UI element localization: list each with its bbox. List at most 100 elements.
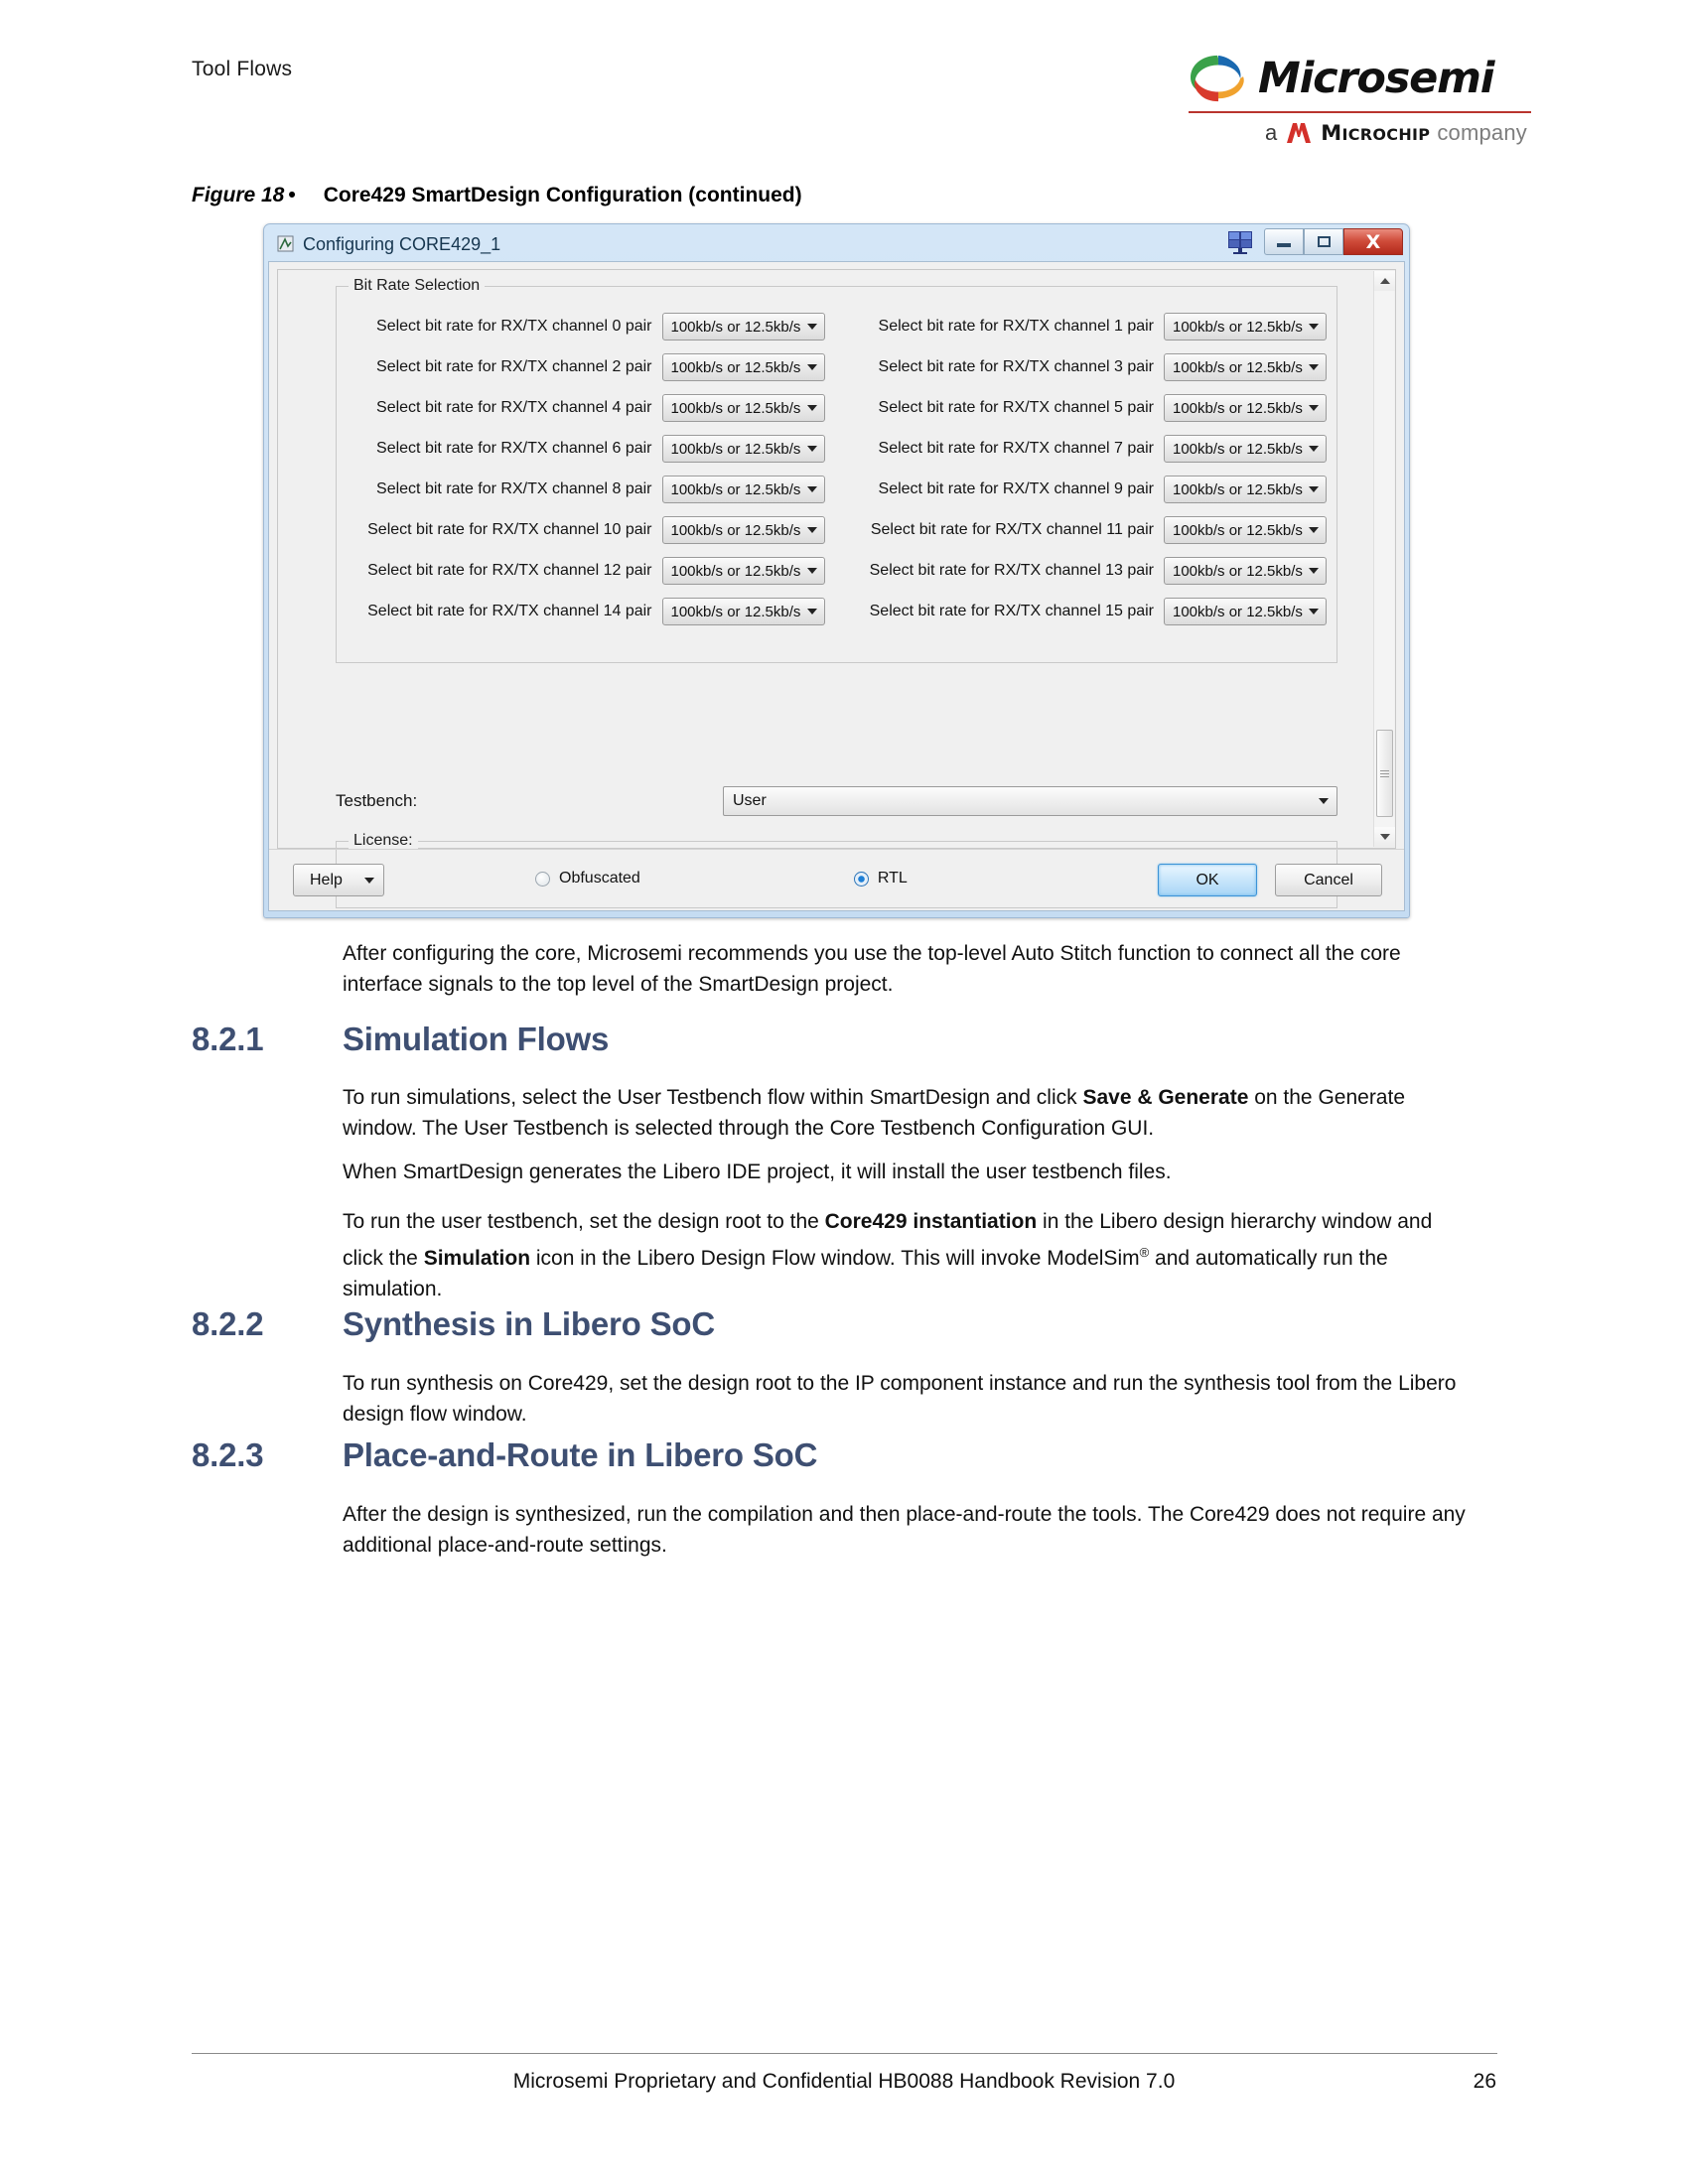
sec1-p3-part-e: icon in the Libero Design Flow window. T… [530,1247,1140,1270]
scrollbar-thumb[interactable] [1376,730,1393,817]
channel-row-9: Select bit rate for RX/TX channel 9 pair… [853,476,1327,503]
channel-6-bitrate-value: 100kb/s or 12.5kb/s [670,440,801,458]
heading-8-2-1: 8.2.1 Simulation Flows [192,1021,1473,1058]
channel-row-2: Select bit rate for RX/TX channel 2 pair… [351,353,825,381]
channel-0-bitrate-value: 100kb/s or 12.5kb/s [670,318,801,336]
registered-mark: ® [1139,1245,1150,1260]
sec1-p1-bold: Save & Generate [1082,1086,1249,1109]
window-controls: X [1225,228,1403,255]
window-app-icon [277,235,294,252]
channel-4-bitrate-dropdown[interactable]: 100kb/s or 12.5kb/s [661,394,825,422]
figure-number: Figure 18 [192,184,285,206]
channel-14-bitrate-dropdown[interactable]: 100kb/s or 12.5kb/s [661,598,825,625]
dialog-button-bar: Help OK Cancel [269,849,1404,910]
sec1-p1-part-a: To run simulations, select the User Test… [343,1086,1083,1109]
chevron-down-icon [364,877,374,884]
channel-9-label: Select bit rate for RX/TX channel 9 pair [878,480,1154,497]
sec2-paragraph-1: To run synthesis on Core429, set the des… [343,1372,1457,1426]
bit-rate-group-title: Bit Rate Selection [349,277,486,295]
channel-11-bitrate-value: 100kb/s or 12.5kb/s [1173,521,1303,539]
page-header: Tool Flows Microsemi a MICROCHIP company [0,0,1688,189]
vertical-scrollbar[interactable] [1373,271,1395,847]
sec1-paragraph-3: To run the user testbench, set the desig… [343,1206,1470,1304]
logo-divider [1189,111,1531,113]
channel-row-15: Select bit rate for RX/TX channel 15 pai… [853,598,1327,625]
channel-1-bitrate-dropdown[interactable]: 100kb/s or 12.5kb/s [1164,313,1327,341]
channel-row-5: Select bit rate for RX/TX channel 5 pair… [853,394,1327,422]
channel-5-label: Select bit rate for RX/TX channel 5 pair [878,399,1154,416]
chevron-up-icon [1379,278,1390,284]
heading-8-2-3-title: Place-and-Route in Libero SoC [343,1436,818,1473]
channel-13-bitrate-dropdown[interactable]: 100kb/s or 12.5kb/s [1164,557,1327,585]
testbench-row: Testbench: User [336,786,1337,816]
company-text: company [1437,120,1527,145]
channel-7-bitrate-dropdown[interactable]: 100kb/s or 12.5kb/s [1164,435,1327,463]
heading-8-2-2-title: Synthesis in Libero SoC [343,1305,715,1342]
channel-12-bitrate-dropdown[interactable]: 100kb/s or 12.5kb/s [661,557,825,585]
channel-1-bitrate-value: 100kb/s or 12.5kb/s [1173,318,1303,336]
channel-5-bitrate-dropdown[interactable]: 100kb/s or 12.5kb/s [1164,394,1327,422]
channel-10-label: Select bit rate for RX/TX channel 10 pai… [367,521,652,538]
heading-8-2-3-number: 8.2.3 [192,1436,264,1473]
chevron-down-icon [806,609,817,614]
channel-8-bitrate-dropdown[interactable]: 100kb/s or 12.5kb/s [661,476,825,503]
channel-row-4: Select bit rate for RX/TX channel 4 pair… [351,394,825,422]
channel-13-bitrate-value: 100kb/s or 12.5kb/s [1173,562,1303,580]
channel-6-bitrate-dropdown[interactable]: 100kb/s or 12.5kb/s [661,435,825,463]
channel-10-bitrate-dropdown[interactable]: 100kb/s or 12.5kb/s [661,516,825,544]
heading-8-2-2: 8.2.2 Synthesis in Libero SoC [192,1305,1473,1343]
testbench-value: User [733,792,767,809]
dialog-body: Bit Rate Selection Select bit rate for R… [268,261,1405,911]
close-button[interactable]: X [1343,228,1403,255]
channel-6-label: Select bit rate for RX/TX channel 6 pair [376,440,652,457]
channel-2-bitrate-dropdown[interactable]: 100kb/s or 12.5kb/s [661,353,825,381]
scroll-up-button[interactable] [1374,271,1395,291]
channel-3-bitrate-dropdown[interactable]: 100kb/s or 12.5kb/s [1164,353,1327,381]
testbench-dropdown[interactable]: User [723,786,1337,816]
heading-8-2-2-number: 8.2.2 [192,1305,264,1342]
chevron-down-icon [1309,364,1319,370]
heading-8-2-3: 8.2.3 Place-and-Route in Libero SoC [192,1436,1473,1474]
scroll-down-button[interactable] [1374,827,1395,847]
channel-2-label: Select bit rate for RX/TX channel 2 pair [376,358,652,375]
testbench-label: Testbench: [336,791,418,810]
maximize-button[interactable] [1304,228,1343,255]
channel-0-label: Select bit rate for RX/TX channel 0 pair [376,318,652,335]
sec1-p3-part-a: To run the user testbench, set the desig… [343,1210,825,1233]
ok-button[interactable]: OK [1158,864,1257,896]
channel-7-label: Select bit rate for RX/TX channel 7 pair [878,440,1154,457]
channel-0-bitrate-dropdown[interactable]: 100kb/s or 12.5kb/s [661,313,825,341]
channel-11-bitrate-dropdown[interactable]: 100kb/s or 12.5kb/s [1164,516,1327,544]
microsemi-logo: Microsemi a MICROCHIP company [1187,52,1531,146]
minimize-icon [1277,243,1291,247]
channel-1-label: Select bit rate for RX/TX channel 1 pair [878,318,1154,335]
dialog-titlebar[interactable]: Configuring CORE429_1 X [268,227,1405,261]
help-button[interactable]: Help [293,864,384,896]
channel-15-bitrate-dropdown[interactable]: 100kb/s or 12.5kb/s [1164,598,1327,625]
minimize-button[interactable] [1264,228,1304,255]
channel-5-bitrate-value: 100kb/s or 12.5kb/s [1173,399,1303,417]
channel-9-bitrate-value: 100kb/s or 12.5kb/s [1173,480,1303,498]
figure-bullet: • [288,184,296,206]
channel-14-label: Select bit rate for RX/TX channel 14 pai… [367,603,652,619]
figure-caption: Figure 18 • Core429 SmartDesign Configurat… [192,184,802,207]
channel-row-13: Select bit rate for RX/TX channel 13 pai… [853,557,1327,585]
chevron-down-icon [806,486,817,492]
channel-row-14: Select bit rate for RX/TX channel 14 pai… [351,598,825,625]
chevron-down-icon [806,568,817,574]
chevron-down-icon [1309,609,1319,614]
figure-title: Core429 SmartDesign Configuration (conti… [323,184,802,206]
chevron-down-icon [806,446,817,452]
channel-4-bitrate-value: 100kb/s or 12.5kb/s [670,399,801,417]
running-head: Tool Flows [192,58,293,80]
chevron-down-icon [1309,405,1319,411]
channel-13-label: Select bit rate for RX/TX channel 13 pai… [869,562,1154,579]
channel-10-bitrate-value: 100kb/s or 12.5kb/s [670,521,801,539]
chevron-down-icon [1309,527,1319,533]
channel-3-bitrate-value: 100kb/s or 12.5kb/s [1173,358,1303,376]
channel-15-label: Select bit rate for RX/TX channel 15 pai… [869,603,1154,619]
cancel-button[interactable]: Cancel [1275,864,1382,896]
microchip-wordmark: MICROCHIP [1321,121,1431,145]
display-icon[interactable] [1225,229,1255,255]
channel-9-bitrate-dropdown[interactable]: 100kb/s or 12.5kb/s [1164,476,1327,503]
